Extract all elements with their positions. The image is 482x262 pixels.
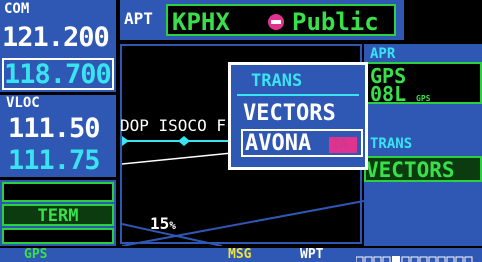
popup-item-vectors[interactable]: VECTORS	[243, 101, 336, 126]
left-info-blank	[2, 182, 114, 202]
popup-title: TRANS	[251, 71, 303, 91]
ia-badge: IA	[329, 137, 357, 153]
trans-field[interactable]: VECTORS	[364, 156, 482, 182]
vloc-standby-frequency[interactable]: 111.75	[8, 147, 101, 174]
map-range: 15%	[150, 214, 176, 233]
left-info-panel: TERM	[0, 180, 116, 246]
vloc-active-frequency[interactable]: 111.50	[8, 115, 101, 142]
page-indicator-boxes	[355, 256, 473, 262]
header-bar: APT KPHX Public	[120, 0, 404, 40]
left-info-blank-2	[2, 228, 114, 244]
airport-type: Public	[292, 8, 379, 36]
header-right-filler	[404, 0, 482, 40]
vloc-label: VLOC	[6, 95, 40, 111]
popup-divider	[237, 94, 359, 96]
msg-annunciator: MSG	[228, 247, 252, 262]
cdi-source: GPS	[24, 247, 48, 262]
com-standby-frequency: 118.700	[4, 59, 112, 90]
com-panel: COM 121.200 118.700	[0, 0, 116, 92]
public-icon	[268, 14, 284, 30]
page-group-label: WPT	[300, 247, 324, 262]
term-label: TERM	[37, 206, 79, 226]
com-standby-box[interactable]: 118.700	[2, 58, 114, 90]
apt-label: APT	[124, 9, 153, 28]
airport-id-field[interactable]: KPHX Public	[166, 4, 396, 36]
com-active-frequency[interactable]: 121.200	[2, 24, 110, 51]
term-softkey[interactable]: TERM	[2, 204, 114, 226]
ia-badge-label: IA	[332, 137, 348, 152]
trans-label: TRANS	[370, 136, 413, 152]
trans-value: VECTORS	[366, 158, 455, 182]
range-value: 15	[150, 214, 170, 233]
popup-item-avona[interactable]: AVONA IA	[241, 129, 363, 157]
runway-suffix: GPS	[416, 94, 431, 103]
com-label: COM	[4, 1, 30, 17]
trans-popup[interactable]: TRANS VECTORS AVONA IA	[228, 62, 368, 170]
range-unit: %	[169, 219, 176, 232]
status-bar: GPS MSG WPT	[0, 248, 482, 262]
apr-label: APR	[370, 46, 396, 62]
approach-runway: 08L	[370, 82, 407, 106]
vloc-panel: VLOC 111.50 111.75	[0, 95, 116, 177]
right-panel: APR GPS 08L GPS TRANS VECTORS	[364, 44, 482, 246]
gps-screen: COM 121.200 118.700 VLOC 111.50 111.75 T…	[0, 0, 482, 262]
airport-id: KPHX	[172, 8, 230, 36]
approach-field[interactable]: GPS 08L GPS	[366, 62, 482, 106]
popup-item-avona-label: AVONA	[245, 131, 312, 156]
page-indicator	[355, 250, 480, 262]
